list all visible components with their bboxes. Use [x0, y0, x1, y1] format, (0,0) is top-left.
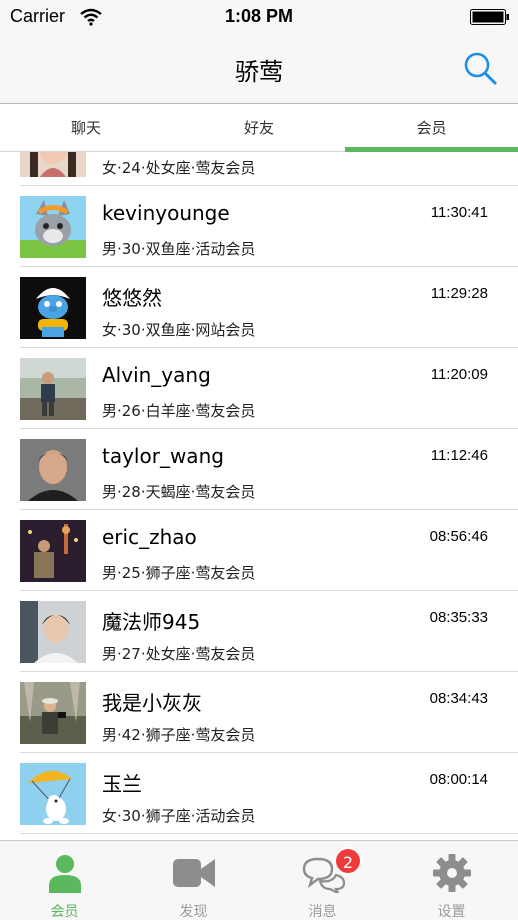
member-info: 女·30·双鱼座·网站会员 — [102, 321, 256, 339]
gear-icon — [433, 854, 471, 892]
avatar — [20, 763, 86, 825]
member-info: 男·26·白羊座·莺友会员 — [102, 402, 256, 420]
tabbar-item-members[interactable]: 会员 — [0, 841, 129, 920]
tab-chat[interactable]: 聊天 — [0, 105, 172, 152]
last-active-time: 11:12:46 — [430, 447, 488, 464]
avatar — [20, 152, 86, 177]
tab-friends[interactable]: 好友 — [173, 105, 345, 152]
page-title: 骄莺 — [235, 58, 283, 86]
avatar — [20, 358, 86, 420]
battery-icon — [470, 9, 509, 25]
member-info: 女·24·处女座·莺友会员 — [102, 159, 256, 177]
last-active-time: 08:34:43 — [429, 690, 488, 707]
list-item[interactable]: Alvin_yang 11:20:09 男·26·白羊座·莺友会员 — [0, 348, 518, 429]
member-name: taylor_wang — [102, 444, 224, 468]
navigation-bar: 骄莺 — [0, 34, 518, 104]
last-active-time: 11:30:41 — [430, 204, 488, 221]
tabbar-item-settings[interactable]: 设置 — [387, 841, 516, 920]
tabbar-label: 设置 — [437, 904, 466, 920]
member-info: 男·30·双鱼座·活动会员 — [102, 240, 256, 258]
search-icon[interactable] — [462, 50, 498, 86]
avatar — [20, 439, 86, 501]
segment-tabs: 聊天 好友 会员 — [0, 105, 518, 152]
tabbar-item-messages[interactable]: 2 消息 — [258, 841, 387, 920]
member-info: 男·28·天蝎座·莺友会员 — [102, 483, 256, 501]
tabbar-label: 会员 — [50, 904, 79, 920]
list-item[interactable]: kevinyounge 11:30:41 男·30·双鱼座·活动会员 — [0, 186, 518, 267]
member-list[interactable]: 女·24·处女座·莺友会员 kevinyounge 11:30:41 男·30·… — [0, 152, 518, 840]
member-name: 悠悠然 — [102, 286, 162, 310]
unread-badge: 2 — [334, 847, 362, 875]
member-name: 玉兰 — [102, 772, 142, 796]
person-icon — [49, 855, 81, 893]
status-bar: Carrier 1:08 PM — [0, 0, 518, 34]
tabbar-label: 消息 — [308, 904, 337, 920]
last-active-time: 08:35:33 — [429, 609, 488, 626]
list-item[interactable]: 女·24·处女座·莺友会员 — [0, 152, 518, 186]
member-info: 男·27·处女座·莺友会员 — [102, 645, 256, 663]
avatar — [20, 601, 86, 663]
member-info: 男·25·狮子座·莺友会员 — [102, 564, 256, 582]
row-divider — [20, 833, 518, 834]
last-active-time: 11:29:28 — [430, 285, 488, 302]
member-name: 我是小灰灰 — [102, 691, 202, 715]
member-name: Alvin_yang — [102, 363, 211, 387]
tab-members[interactable]: 会员 — [345, 105, 518, 152]
list-item[interactable]: 魔法师945 08:35:33 男·27·处女座·莺友会员 — [0, 591, 518, 672]
avatar — [20, 520, 86, 582]
last-active-time: 08:56:46 — [429, 528, 488, 545]
video-camera-icon — [173, 859, 215, 887]
member-name: 魔法师945 — [102, 610, 201, 634]
bottom-tab-bar: 会员 发现 2 消息 设置 — [0, 840, 518, 920]
member-info: 女·30·狮子座·活动会员 — [102, 807, 256, 825]
tabbar-item-discover[interactable]: 发现 — [129, 841, 258, 920]
list-item[interactable]: 玉兰 08:00:14 女·30·狮子座·活动会员 — [0, 753, 518, 834]
last-active-time: 11:20:09 — [430, 366, 488, 383]
last-active-time: 08:00:14 — [429, 771, 488, 788]
list-item[interactable]: taylor_wang 11:12:46 男·28·天蝎座·莺友会员 — [0, 429, 518, 510]
status-time: 1:08 PM — [224, 6, 294, 26]
avatar — [20, 682, 86, 744]
list-item[interactable]: 我是小灰灰 08:34:43 男·42·狮子座·莺友会员 — [0, 672, 518, 753]
avatar — [20, 277, 86, 339]
tabbar-label: 发现 — [179, 904, 208, 920]
avatar — [20, 196, 86, 258]
member-name: eric_zhao — [102, 525, 197, 549]
member-info: 男·42·狮子座·莺友会员 — [102, 726, 256, 744]
member-name: kevinyounge — [102, 201, 230, 225]
list-item[interactable]: eric_zhao 08:56:46 男·25·狮子座·莺友会员 — [0, 510, 518, 591]
list-item[interactable]: 悠悠然 11:29:28 女·30·双鱼座·网站会员 — [0, 267, 518, 348]
